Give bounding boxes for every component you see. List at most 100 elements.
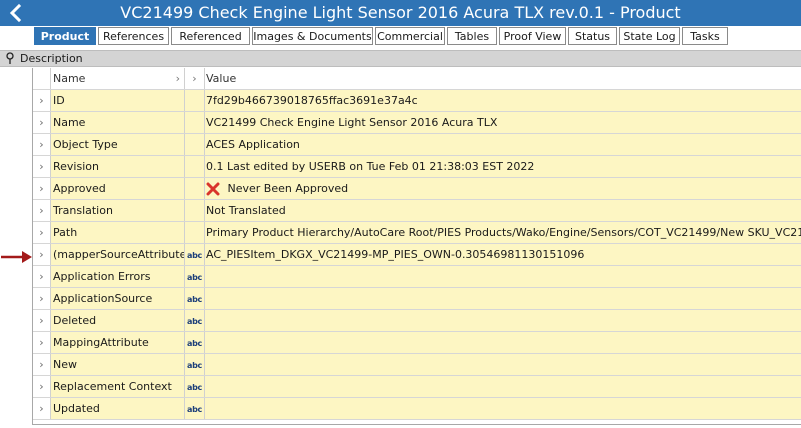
table-row[interactable]: › ID 7fd29b466739018765ffac3691e37a4c: [33, 90, 801, 112]
row-expand-icon[interactable]: ›: [33, 376, 51, 397]
table-row[interactable]: › New abc: [33, 354, 801, 376]
description-section-header[interactable]: Description: [0, 50, 801, 67]
table-row[interactable]: › Path Primary Product Hierarchy/AutoCare …: [33, 222, 801, 244]
type-cell: [185, 178, 205, 199]
tab-commercial[interactable]: Commercial: [375, 27, 445, 45]
tab-state-log[interactable]: State Log: [619, 27, 680, 45]
text-type-icon: abc: [187, 273, 202, 282]
tab-bar: Product References Referenced By Images …: [0, 26, 801, 61]
row-expand-icon[interactable]: ›: [33, 134, 51, 155]
column-header-type[interactable]: ›: [185, 68, 205, 89]
type-cell: abc···: [185, 288, 205, 309]
attribute-value[interactable]: Not Translated: [205, 200, 801, 221]
table-row[interactable]: › Object Type ACES Application: [33, 134, 801, 156]
type-cell: [185, 112, 205, 133]
row-expand-icon[interactable]: ›: [33, 266, 51, 287]
table-row[interactable]: ›(mapperSourceAttribute)abc···AC_PIESIte…: [33, 244, 801, 266]
table-row[interactable]: › Replacement Context abc: [33, 376, 801, 398]
attribute-value[interactable]: AC_PIESItem_DKGX_VC21499-MP_PIES_OWN-0.3…: [205, 244, 801, 265]
table-row[interactable]: › Name VC21499 Check Engine Light Sensor 2…: [33, 112, 801, 134]
text-type-icon: abc···: [187, 251, 204, 265]
type-cell: abc···: [185, 244, 205, 265]
row-expand-icon[interactable]: ›: [33, 354, 51, 375]
table-row[interactable]: › MappingAttribute abc: [33, 332, 801, 354]
attribute-value[interactable]: Primary Product Hierarchy/AutoCare Root/…: [205, 222, 801, 243]
table-row[interactable]: › Translation Not Translated: [33, 200, 801, 222]
attribute-value[interactable]: [205, 332, 801, 353]
row-expand-icon[interactable]: ›: [33, 288, 51, 309]
column-header-name[interactable]: Name ›: [51, 68, 185, 89]
type-cell: abc: [185, 398, 205, 419]
attribute-name: ApplicationSource: [51, 288, 185, 309]
attribute-value[interactable]: ACES Application: [205, 134, 801, 155]
table-row[interactable]: › Updated abc: [33, 398, 801, 420]
row-expand-icon[interactable]: ›: [33, 398, 51, 419]
type-cell: abc: [185, 354, 205, 375]
attribute-value-text: VC21499 Check Engine Light Sensor 2016 A…: [206, 116, 498, 129]
attribute-name: Revision: [51, 156, 185, 177]
attribute-value[interactable]: [205, 398, 801, 419]
table-row[interactable]: ›ApplicationSourceabc···: [33, 288, 801, 310]
type-cell: abc: [185, 310, 205, 331]
attribute-value[interactable]: 7fd29b466739018765ffac3691e37a4c: [205, 90, 801, 111]
type-cell: [185, 200, 205, 221]
rejected-x-icon: [206, 182, 220, 196]
tab-tasks[interactable]: Tasks: [682, 27, 728, 45]
tab-referenced-by[interactable]: Referenced By: [171, 27, 250, 61]
tab-references[interactable]: References: [98, 27, 169, 45]
text-type-icon: abc: [187, 405, 202, 414]
row-expand-icon[interactable]: ›: [33, 244, 51, 265]
row-expand-icon[interactable]: ›: [33, 112, 51, 133]
table-row[interactable]: › Revision 0.1 Last edited by USERB on Tue…: [33, 156, 801, 178]
tab-images-documents[interactable]: Images & Documents: [252, 27, 373, 45]
tab-status[interactable]: Status: [568, 27, 617, 45]
text-type-icon: abc: [187, 383, 202, 392]
row-expand-icon[interactable]: ›: [33, 310, 51, 331]
row-expand-icon[interactable]: ›: [33, 156, 51, 177]
row-expand-icon[interactable]: ›: [33, 200, 51, 221]
row-expand-icon[interactable]: ›: [33, 332, 51, 353]
type-cell: [185, 222, 205, 243]
tab-product[interactable]: Product: [34, 27, 96, 45]
attribute-value[interactable]: [205, 288, 801, 309]
pin-icon[interactable]: [4, 52, 16, 65]
attribute-grid: Name › › Value › ID 7fd29b466739018765ffac…: [32, 68, 801, 425]
attribute-value-text: Primary Product Hierarchy/AutoCare Root/…: [206, 226, 801, 239]
type-cell: abc: [185, 266, 205, 287]
attribute-value-text: Never Been Approved: [227, 182, 349, 195]
chevron-right-icon: ›: [175, 72, 180, 85]
attribute-value-text: Not Translated: [206, 204, 286, 217]
table-row[interactable]: › Application Errors abc: [33, 266, 801, 288]
attribute-value-text: 7fd29b466739018765ffac3691e37a4c: [206, 94, 418, 107]
attribute-value[interactable]: [205, 354, 801, 375]
tab-proof-view[interactable]: Proof View: [499, 27, 566, 45]
attribute-value[interactable]: Never Been Approved: [205, 178, 801, 199]
attribute-name: Translation: [51, 200, 185, 221]
attribute-value[interactable]: [205, 376, 801, 397]
type-cell: [185, 134, 205, 155]
attribute-name: Name: [51, 112, 185, 133]
row-expand-icon[interactable]: ›: [33, 222, 51, 243]
section-label: Description: [20, 52, 83, 65]
attribute-value[interactable]: [205, 310, 801, 331]
type-cell: abc: [185, 376, 205, 397]
attribute-value-text: ACES Application: [206, 138, 300, 151]
attribute-name: Application Errors: [51, 266, 185, 287]
table-row[interactable]: › Approved Never Been Approved: [33, 178, 801, 200]
row-expand-icon[interactable]: ›: [33, 178, 51, 199]
table-row[interactable]: › Deleted abc: [33, 310, 801, 332]
chevron-right-icon: ›: [192, 72, 197, 85]
title-bar: VC21499 Check Engine Light Sensor 2016 A…: [0, 0, 801, 26]
header-expander: [33, 68, 51, 89]
window-title: VC21499 Check Engine Light Sensor 2016 A…: [120, 3, 681, 22]
attribute-value-text: 0.1 Last edited by USERB on Tue Feb 01 2…: [206, 160, 535, 173]
row-expand-icon[interactable]: ›: [33, 90, 51, 111]
pointer-arrow-icon: [1, 251, 32, 263]
column-header-value[interactable]: Value: [205, 68, 801, 89]
tab-tables[interactable]: Tables: [447, 27, 497, 45]
attribute-value[interactable]: VC21499 Check Engine Light Sensor 2016 A…: [205, 112, 801, 133]
attribute-name: Replacement Context: [51, 376, 185, 397]
attribute-value[interactable]: [205, 266, 801, 287]
attribute-value[interactable]: 0.1 Last edited by USERB on Tue Feb 01 2…: [205, 156, 801, 177]
attribute-name: (mapperSourceAttribute): [51, 244, 185, 265]
